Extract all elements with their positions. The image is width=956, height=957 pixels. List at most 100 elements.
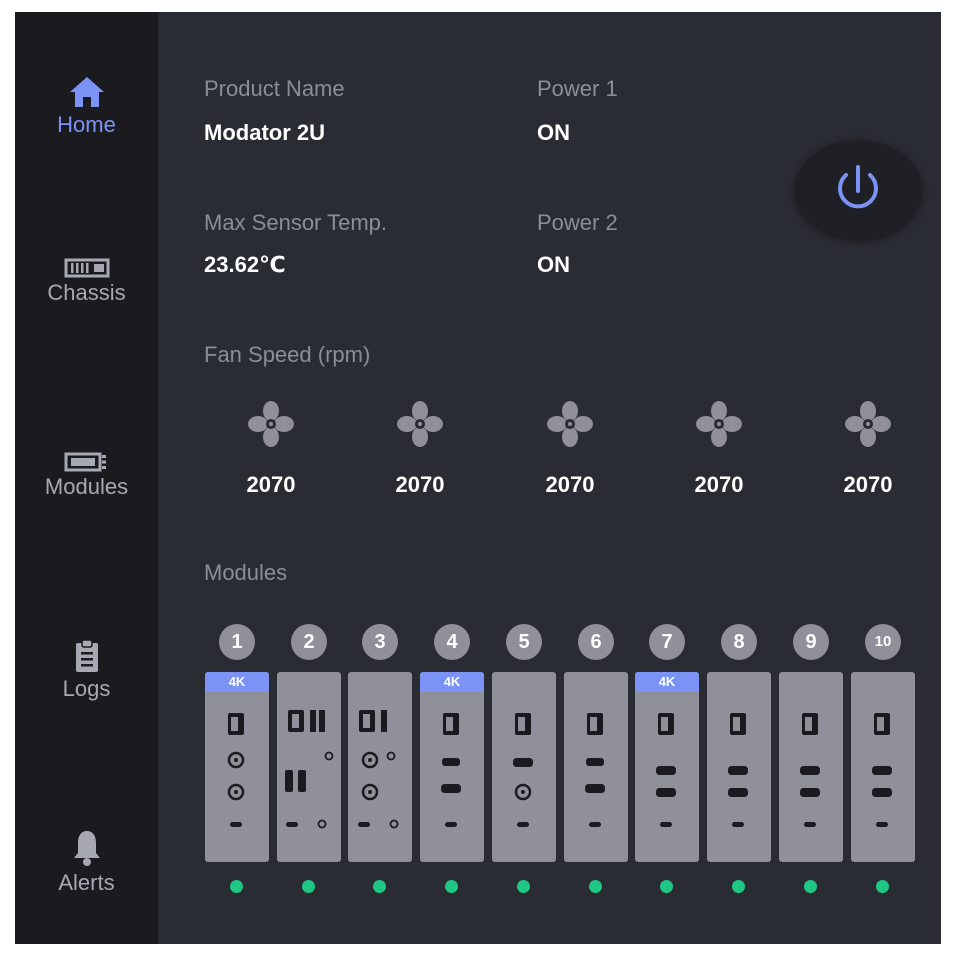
module-number: 5 xyxy=(506,624,542,660)
ethernet-port-icon xyxy=(658,713,674,735)
ethernet-port-icon xyxy=(288,710,304,732)
sfp-port-icon xyxy=(310,710,325,732)
hdmi-port-icon xyxy=(285,770,306,792)
fan-rpm: 2070 xyxy=(545,472,595,497)
displayport-port-icon xyxy=(442,758,460,766)
module-card[interactable] xyxy=(277,672,341,862)
module-card[interactable] xyxy=(851,672,915,862)
bnc-port-icon xyxy=(227,783,245,801)
sidebar-item-logs[interactable]: Logs xyxy=(15,638,158,702)
usb-port-icon xyxy=(358,822,370,827)
usb-port-icon xyxy=(876,822,888,827)
module-ports xyxy=(441,713,461,827)
ethernet-port-icon xyxy=(228,713,244,735)
module-status-dot xyxy=(660,880,673,893)
module-card[interactable] xyxy=(564,672,628,862)
fan-icon xyxy=(397,401,443,447)
module-status-dot xyxy=(804,880,817,893)
hdmi-port-icon xyxy=(441,784,461,793)
hdmi-port-icon xyxy=(800,788,820,797)
fan-rpm: 2070 xyxy=(843,472,893,497)
usb-port-icon xyxy=(589,822,601,827)
ethernet-port-icon xyxy=(587,713,603,735)
module-number: 3 xyxy=(362,624,398,660)
sidebar-item-chassis[interactable]: Chassis xyxy=(15,258,158,306)
fan-icon xyxy=(845,401,891,447)
module-card[interactable] xyxy=(779,672,843,862)
fan-icon xyxy=(696,401,742,447)
modules-title: Modules xyxy=(204,560,288,585)
module-status-dot xyxy=(517,880,530,893)
fan-item: 2070 xyxy=(530,400,610,498)
module-card[interactable] xyxy=(492,672,556,862)
product-name-label: Product Name xyxy=(204,76,345,101)
bell-icon xyxy=(73,831,100,866)
hdmi-port-icon xyxy=(728,766,748,775)
hdmi-port-icon xyxy=(872,788,892,797)
ethernet-port-icon xyxy=(359,710,375,732)
max-temp-label: Max Sensor Temp. xyxy=(204,210,388,235)
ethernet-port-icon xyxy=(802,713,818,735)
sfp-port-icon xyxy=(381,710,387,732)
module-ports xyxy=(585,713,605,827)
sidebar-item-alerts[interactable]: Alerts xyxy=(15,828,158,896)
home-icon xyxy=(69,77,104,107)
sidebar-item-label: Logs xyxy=(62,676,111,701)
bnc-port-icon xyxy=(361,751,379,769)
usb-port-icon xyxy=(660,822,672,827)
module-number: 10 xyxy=(865,624,901,660)
bnc-port-icon xyxy=(361,783,379,801)
product-name-value: Modator 2U xyxy=(204,120,325,145)
power2-value: ON xyxy=(537,252,570,277)
module-status-dot xyxy=(589,880,602,893)
power-button[interactable] xyxy=(795,140,922,239)
modules-icon xyxy=(64,452,106,472)
max-temp-value: 23.62℃ xyxy=(204,252,286,277)
module-card[interactable] xyxy=(707,672,771,862)
fan-speed-title: Fan Speed (rpm) xyxy=(204,342,371,367)
hdmi-port-icon xyxy=(656,766,676,775)
module-card[interactable]: 4K xyxy=(420,672,484,862)
module-card[interactable] xyxy=(348,672,412,862)
hdmi-port-icon xyxy=(585,784,605,793)
usb-port-icon xyxy=(445,822,457,827)
bnc-port-icon xyxy=(227,751,245,769)
module-number: 8 xyxy=(721,624,757,660)
module-number: 4 xyxy=(434,624,470,660)
fan-icon xyxy=(248,401,294,447)
fan-rpm: 2070 xyxy=(395,472,445,497)
module-ports xyxy=(227,713,245,827)
module-status-dot xyxy=(732,880,745,893)
sidebar-item-label: Chassis xyxy=(47,280,126,305)
fan-icon xyxy=(547,401,593,447)
module-status-dot xyxy=(876,880,889,893)
clipboard-icon xyxy=(75,639,98,672)
fan-item: 2070 xyxy=(380,400,460,498)
module-number: 1 xyxy=(219,624,255,660)
module-card[interactable]: 4K xyxy=(205,672,269,862)
ethernet-port-icon xyxy=(730,713,746,735)
usb-port-icon xyxy=(804,822,816,827)
module-card[interactable]: 4K xyxy=(635,672,699,862)
module-number: 2 xyxy=(291,624,327,660)
fan-item: 2070 xyxy=(679,400,759,498)
power2-label: Power 2 xyxy=(537,210,618,235)
module-status-dot xyxy=(302,880,315,893)
power1-value: ON xyxy=(537,120,570,145)
chassis-icon xyxy=(64,258,109,278)
hdmi-port-icon xyxy=(800,766,820,775)
fan-rpm: 2070 xyxy=(246,472,296,497)
fan-item: 2070 xyxy=(828,400,908,498)
fan-rpm: 2070 xyxy=(694,472,744,497)
sidebar-item-home[interactable]: Home xyxy=(15,74,158,138)
fan-item: 2070 xyxy=(231,400,311,498)
sidebar-item-modules[interactable]: Modules xyxy=(15,452,158,500)
app-window: Home Chassis Modules Logs Alerts Product… xyxy=(15,12,941,944)
power-icon xyxy=(838,165,878,209)
module-status-dot xyxy=(230,880,243,893)
usb-port-icon xyxy=(732,822,744,827)
hdmi-port-icon xyxy=(728,788,748,797)
module-number: 9 xyxy=(793,624,829,660)
ethernet-port-icon xyxy=(874,713,890,735)
module-ports xyxy=(285,710,334,829)
